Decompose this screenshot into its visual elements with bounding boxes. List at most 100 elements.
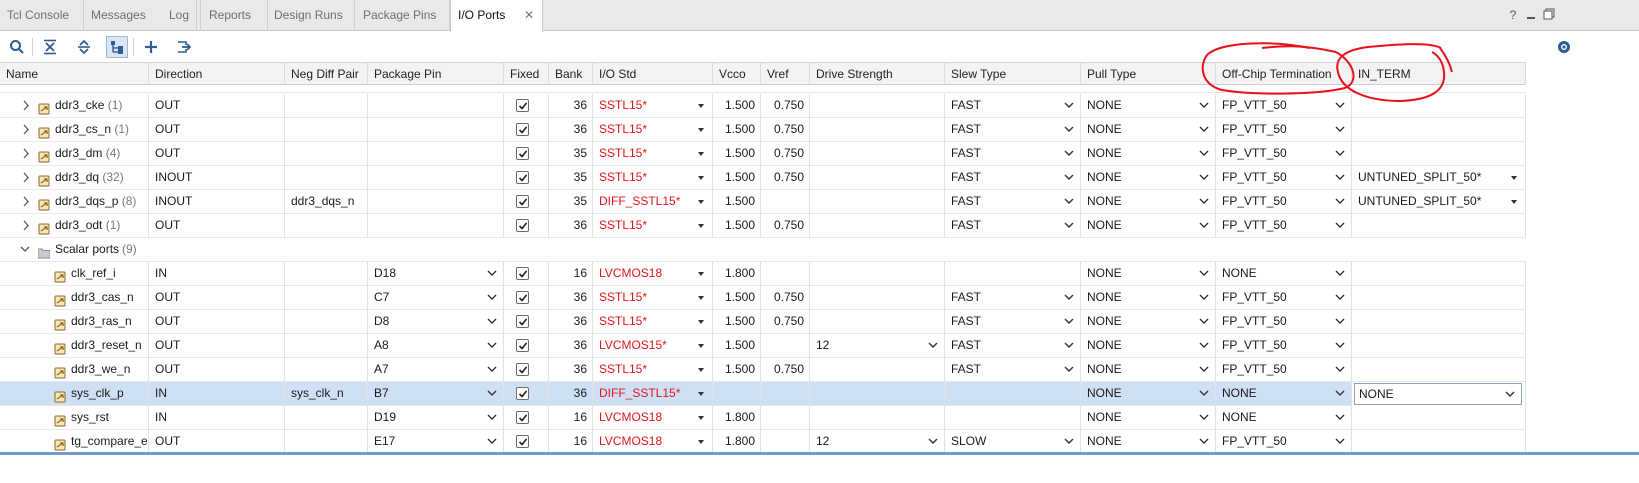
chevron-down-icon[interactable] — [1064, 142, 1074, 166]
pull-type-cell[interactable]: NONE — [1081, 142, 1216, 166]
off-chip-termination-cell[interactable]: FP_VTT_50 — [1216, 214, 1352, 238]
table-row[interactable]: ddr3_dm (4) OUT 35 SSTL15* 1.500 0.750 FAST NON… — [0, 142, 1526, 166]
io-std-cell[interactable]: SSTL15* — [593, 94, 713, 118]
chevron-down-icon[interactable] — [1335, 430, 1345, 454]
chevron-down-icon[interactable] — [1199, 142, 1209, 166]
off-chip-termination-cell[interactable]: FP_VTT_50 — [1216, 166, 1352, 190]
pull-type-cell[interactable]: NONE — [1081, 214, 1216, 238]
chevron-down-icon[interactable] — [1335, 142, 1345, 166]
group-cell[interactable]: Scalar ports (9) — [0, 238, 1526, 262]
chevron-down-icon[interactable] — [1199, 94, 1209, 118]
fixed-checkbox[interactable] — [516, 339, 529, 352]
chevron-down-icon[interactable] — [487, 430, 497, 454]
chevron-down-icon[interactable] — [697, 286, 705, 310]
drive-strength-cell[interactable] — [810, 166, 945, 190]
package-pin-cell[interactable]: A8 — [368, 334, 504, 358]
io-std-cell[interactable]: SSTL15* — [593, 358, 713, 382]
chevron-down-icon[interactable] — [697, 166, 705, 190]
chevron-down-icon[interactable] — [1199, 262, 1209, 286]
package-pin-cell[interactable] — [368, 142, 504, 166]
table-row[interactable]: ddr3_we_n OUT A7 36 SSTL15* 1.500 0.750 FAST NON… — [0, 358, 1526, 382]
package-pin-cell[interactable] — [368, 214, 504, 238]
chevron-down-icon[interactable] — [1505, 383, 1515, 406]
pull-type-cell[interactable]: NONE — [1081, 358, 1216, 382]
tab-design-runs[interactable]: Design Runs — [267, 0, 355, 31]
pull-type-cell[interactable]: NONE — [1081, 166, 1216, 190]
port-name-cell[interactable]: sys_clk_p — [0, 382, 149, 406]
fixed-checkbox[interactable] — [516, 147, 529, 160]
drive-strength-cell[interactable] — [810, 310, 945, 334]
port-name-cell[interactable]: sys_rst — [0, 406, 149, 430]
chevron-down-icon[interactable] — [1335, 406, 1345, 430]
search-button[interactable] — [6, 36, 28, 58]
chevron-down-icon[interactable] — [697, 430, 705, 454]
in-term-cell[interactable] — [1352, 94, 1526, 118]
fixed-checkbox[interactable] — [516, 387, 529, 400]
in-term-cell[interactable]: UNTUNED_SPLIT_50* — [1352, 166, 1526, 190]
slew-type-cell[interactable]: FAST — [945, 310, 1081, 334]
chevron-down-icon[interactable] — [697, 142, 705, 166]
slew-type-cell[interactable]: SLOW — [945, 430, 1081, 454]
slew-type-cell[interactable]: FAST — [945, 94, 1081, 118]
package-pin-cell[interactable]: D18 — [368, 262, 504, 286]
chevron-down-icon[interactable] — [928, 334, 938, 358]
drive-strength-cell[interactable] — [810, 406, 945, 430]
io-std-cell[interactable]: SSTL15* — [593, 142, 713, 166]
in-term-cell[interactable] — [1352, 430, 1526, 454]
port-name-cell[interactable]: ddr3_we_n — [0, 358, 149, 382]
package-pin-cell[interactable]: D8 — [368, 310, 504, 334]
io-std-cell[interactable]: SSTL15* — [593, 166, 713, 190]
chevron-down-icon[interactable] — [1199, 190, 1209, 214]
table-row[interactable]: ddr3_reset_n OUT A8 36 LVCMOS15* 1.500 12 FAST N… — [0, 334, 1526, 358]
off-chip-termination-cell[interactable]: FP_VTT_50 — [1216, 430, 1352, 454]
chevron-down-icon[interactable] — [697, 310, 705, 334]
slew-type-cell[interactable]: FAST — [945, 142, 1081, 166]
chevron-down-icon[interactable] — [1064, 118, 1074, 142]
table-row[interactable]: ddr3_dq (32) INOUT 35 SSTL15* 1.500 0.750 FAST… — [0, 166, 1526, 190]
export-button[interactable] — [173, 36, 195, 58]
column-header-vcco[interactable]: Vcco — [713, 63, 761, 85]
table-row[interactable]: sys_rst IN D19 16 LVCMOS18 1.800 NONE NONE — [0, 406, 1526, 430]
column-header-in-term[interactable]: IN_TERM — [1352, 63, 1526, 85]
fixed-checkbox[interactable] — [516, 171, 529, 184]
io-std-cell[interactable]: DIFF_SSTL15* — [593, 382, 713, 406]
column-header-off-chip-termination[interactable]: Off-Chip Termination — [1216, 63, 1352, 85]
drive-strength-cell[interactable] — [810, 262, 945, 286]
in-term-cell[interactable] — [1352, 406, 1526, 430]
chevron-down-icon[interactable] — [1335, 262, 1345, 286]
off-chip-termination-cell[interactable]: NONE — [1216, 382, 1352, 406]
port-name-cell[interactable]: ddr3_dm (4) — [0, 142, 149, 166]
drive-strength-cell[interactable] — [810, 142, 945, 166]
off-chip-termination-cell[interactable]: NONE — [1216, 262, 1352, 286]
off-chip-termination-cell[interactable]: FP_VTT_50 — [1216, 286, 1352, 310]
off-chip-termination-cell[interactable]: NONE — [1216, 406, 1352, 430]
chevron-down-icon[interactable] — [697, 358, 705, 382]
chevron-down-icon[interactable] — [20, 238, 30, 262]
package-pin-cell[interactable] — [368, 118, 504, 142]
off-chip-termination-cell[interactable]: FP_VTT_50 — [1216, 310, 1352, 334]
chevron-down-icon[interactable] — [487, 286, 497, 310]
in-term-cell[interactable] — [1352, 286, 1526, 310]
chevron-down-icon[interactable] — [1199, 430, 1209, 454]
chevron-down-icon[interactable] — [1199, 406, 1209, 430]
off-chip-termination-cell[interactable]: FP_VTT_50 — [1216, 142, 1352, 166]
column-header-pull-type[interactable]: Pull Type — [1081, 63, 1216, 85]
column-header-direction[interactable]: Direction — [149, 63, 285, 85]
port-name-cell[interactable]: ddr3_reset_n — [0, 334, 149, 358]
in-term-select[interactable]: NONE — [1354, 383, 1522, 405]
in-term-cell[interactable] — [1352, 310, 1526, 334]
chevron-right-icon[interactable] — [21, 118, 31, 142]
chevron-down-icon[interactable] — [487, 406, 497, 430]
chevron-down-icon[interactable] — [1335, 190, 1345, 214]
fixed-checkbox[interactable] — [516, 291, 529, 304]
io-std-cell[interactable]: LVCMOS18 — [593, 406, 713, 430]
chevron-down-icon[interactable] — [1199, 310, 1209, 334]
off-chip-termination-cell[interactable]: FP_VTT_50 — [1216, 94, 1352, 118]
package-pin-cell[interactable] — [368, 190, 504, 214]
off-chip-termination-cell[interactable]: FP_VTT_50 — [1216, 118, 1352, 142]
package-pin-cell[interactable]: E17 — [368, 430, 504, 454]
column-header-slew-type[interactable]: Slew Type — [945, 63, 1081, 85]
pull-type-cell[interactable]: NONE — [1081, 262, 1216, 286]
collapse-all-button[interactable] — [39, 36, 61, 58]
drive-strength-cell[interactable]: 12 — [810, 334, 945, 358]
